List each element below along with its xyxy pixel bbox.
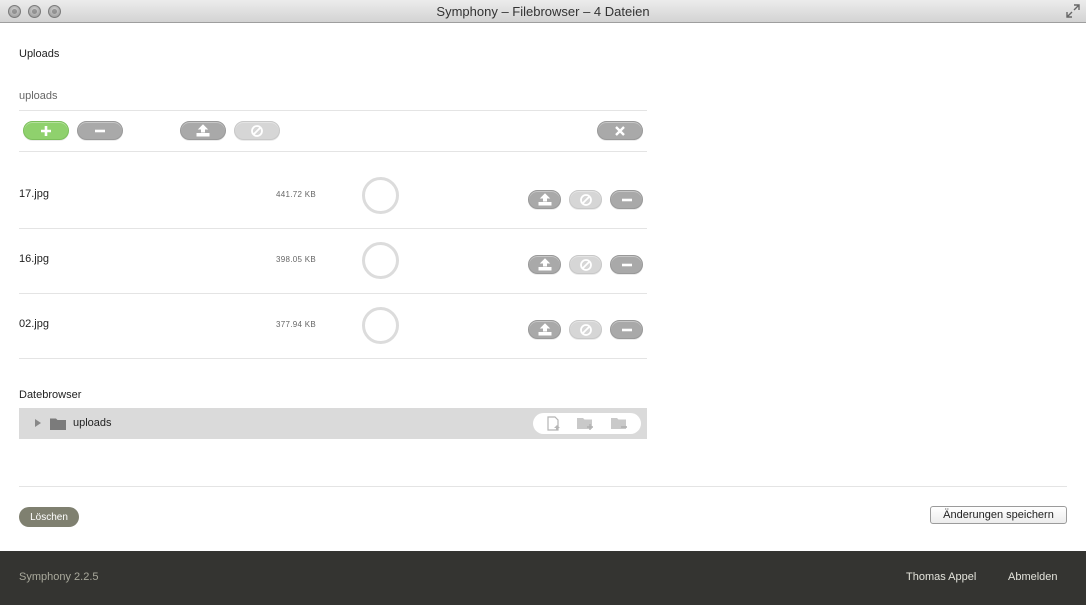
minus-icon — [621, 328, 632, 331]
clear-list-button[interactable] — [597, 121, 643, 140]
divider — [19, 486, 1067, 487]
divider — [19, 228, 647, 229]
upload-progress-ring — [362, 177, 399, 214]
window-title: Symphony – Filebrowser – 4 Dateien — [436, 4, 650, 19]
upload-file-button[interactable] — [528, 190, 561, 209]
upload-file-button[interactable] — [528, 320, 561, 339]
cancel-file-button[interactable] — [569, 190, 602, 209]
upload-progress-ring — [362, 307, 399, 344]
remove-file-button[interactable] — [77, 121, 123, 140]
file-size: 441.72 KB — [276, 190, 317, 199]
file-size: 377.94 KB — [276, 320, 317, 329]
uploads-field-label: uploads — [19, 90, 58, 102]
upload-file-button[interactable] — [528, 255, 561, 274]
uploads-section-title: Uploads — [19, 48, 60, 60]
delete-button[interactable]: Löschen — [19, 507, 79, 527]
delete-folder-icon[interactable] — [611, 416, 629, 431]
tree-row-uploads[interactable]: uploads — [19, 408, 647, 439]
cancel-icon — [579, 193, 592, 206]
divider — [19, 293, 647, 294]
divider — [19, 358, 647, 359]
cancel-icon — [579, 258, 592, 271]
minus-icon — [621, 198, 632, 201]
remove-file-button[interactable] — [610, 190, 643, 209]
footer: Symphony 2.2.5 Thomas Appel Abmelden — [0, 551, 1086, 605]
new-file-icon[interactable] — [546, 416, 562, 431]
file-name: 16.jpg — [19, 253, 49, 265]
upload-icon — [196, 123, 210, 136]
window-titlebar: Symphony – Filebrowser – 4 Dateien — [0, 0, 1086, 23]
fullscreen-icon[interactable] — [1066, 4, 1080, 18]
new-folder-icon[interactable] — [577, 416, 595, 431]
save-changes-button[interactable]: Änderungen speichern — [930, 506, 1067, 524]
minus-icon — [621, 263, 632, 266]
file-size: 398.05 KB — [276, 255, 317, 264]
file-name: 02.jpg — [19, 318, 49, 330]
tree-item-label: uploads — [73, 417, 112, 429]
plus-icon — [41, 125, 51, 136]
logout-link[interactable]: Abmelden — [1008, 571, 1058, 583]
cancel-file-button[interactable] — [569, 255, 602, 274]
close-icon — [615, 125, 625, 136]
add-file-button[interactable] — [23, 121, 69, 140]
cancel-file-button[interactable] — [569, 320, 602, 339]
file-name: 17.jpg — [19, 188, 49, 200]
remove-file-button[interactable] — [610, 255, 643, 274]
browser-section-title: Datebrowser — [19, 389, 82, 401]
folder-tools — [533, 413, 641, 434]
cancel-icon — [579, 323, 592, 336]
cancel-all-button[interactable] — [234, 121, 280, 140]
upload-all-button[interactable] — [180, 121, 226, 140]
remove-file-button[interactable] — [610, 320, 643, 339]
cancel-icon — [251, 124, 263, 137]
divider — [19, 110, 647, 111]
upload-icon — [538, 192, 551, 205]
divider — [19, 151, 647, 152]
disclosure-triangle-icon[interactable] — [35, 419, 41, 427]
upload-icon — [538, 257, 551, 270]
folder-icon — [50, 418, 66, 430]
user-link[interactable]: Thomas Appel — [906, 571, 976, 583]
minus-icon — [95, 129, 105, 132]
upload-icon — [538, 322, 551, 335]
upload-progress-ring — [362, 242, 399, 279]
version-label: Symphony 2.2.5 — [19, 571, 99, 583]
